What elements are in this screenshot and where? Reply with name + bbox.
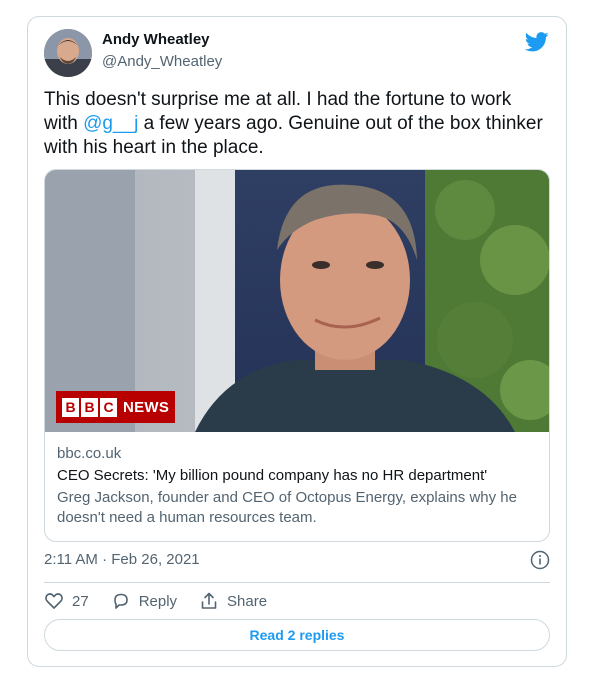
avatar-image — [44, 29, 92, 77]
bbc-block-b2: B — [81, 397, 98, 417]
author-name[interactable]: Andy Wheatley — [102, 31, 210, 48]
like-count: 27 — [72, 592, 89, 610]
share-icon — [201, 592, 217, 609]
heart-icon — [45, 593, 63, 609]
share-label: Share — [227, 592, 268, 610]
twitter-bird-icon[interactable] — [525, 31, 549, 53]
bbc-block-c: C — [100, 397, 117, 417]
mention-link[interactable]: @g__j — [83, 113, 138, 134]
bbc-block-b1: B — [62, 397, 79, 417]
link-description: Greg Jackson, founder and CEO of Octopus… — [57, 489, 517, 526]
link-preview-card[interactable]: B B C NEWS bbc.co.uk CEO Secrets: 'My bi… — [44, 169, 550, 542]
read-replies-button[interactable]: Read 2 replies — [44, 619, 550, 651]
action-bar: 27 Reply Share — [44, 590, 289, 612]
bbc-news-logo: B B C NEWS — [56, 391, 176, 423]
tweet-text: This doesn't surprise me at all. I had t… — [44, 88, 549, 160]
link-domain: bbc.co.uk — [57, 445, 122, 462]
share-button[interactable]: Share — [199, 591, 267, 611]
reply-icon — [113, 593, 128, 609]
reply-label: Reply — [138, 592, 178, 610]
bbc-news-text: NEWS — [123, 398, 170, 416]
avatar[interactable] — [44, 29, 92, 77]
info-icon[interactable] — [530, 550, 550, 570]
link-title: CEO Secrets: 'My billion pound company h… — [57, 467, 488, 484]
reply-button[interactable]: Reply — [111, 591, 177, 611]
tweet-timestamp[interactable]: 2:11 AM · Feb 26, 2021 — [44, 551, 200, 568]
like-button[interactable]: 27 — [44, 591, 89, 611]
link-info: bbc.co.uk CEO Secrets: 'My billion pound… — [57, 444, 537, 528]
divider — [44, 582, 550, 583]
author-handle[interactable]: @Andy_Wheatley — [102, 53, 222, 70]
tweet-card: Andy Wheatley @Andy_Wheatley This doesn'… — [27, 16, 567, 667]
